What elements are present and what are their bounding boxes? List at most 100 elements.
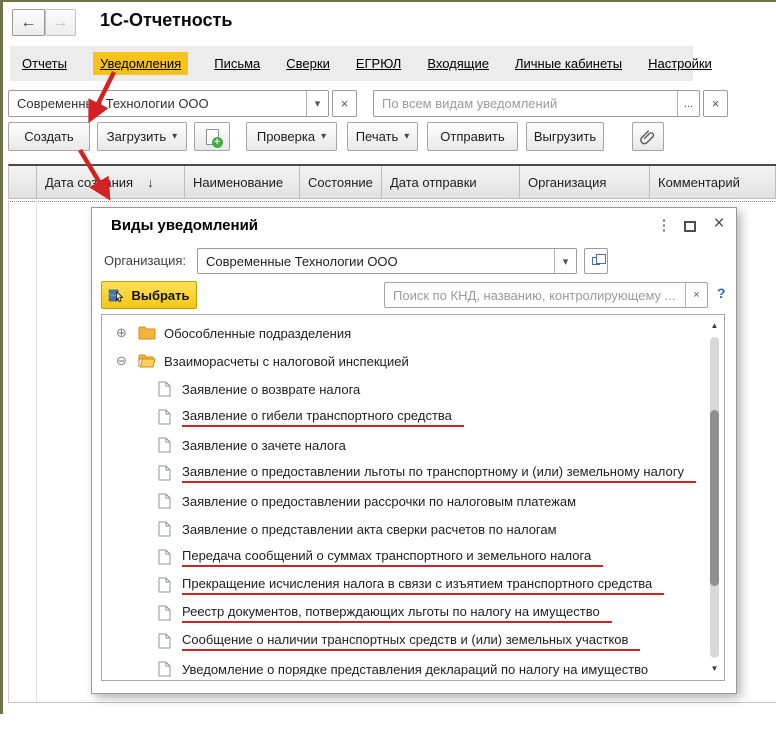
column-state[interactable]: Состояние (300, 166, 382, 198)
document-icon (158, 633, 171, 649)
app-window: ← → 1С-Отчетность Отчеты Уведомления Пис… (0, 0, 776, 741)
clear-search-button[interactable]: × (685, 283, 707, 307)
send-button[interactable]: Отправить (427, 122, 518, 151)
column-date-sent[interactable]: Дата отправки (382, 166, 520, 198)
back-arrow-icon: ← (21, 14, 37, 31)
document-icon (158, 521, 171, 537)
export-button[interactable]: Выгрузить (526, 122, 604, 151)
document-icon (158, 493, 171, 509)
paperclip-icon (640, 129, 656, 145)
column-state-label: Состояние (308, 175, 373, 190)
select-button[interactable]: Выбрать (101, 281, 197, 309)
tree-item[interactable]: Заявление о представлении акта сверки ра… (103, 515, 705, 543)
chevron-down-icon: ▾ (404, 131, 409, 142)
chevron-down-icon: ▾ (172, 131, 177, 142)
tree-item[interactable]: Заявление о предоставлении льготы по тра… (103, 459, 705, 487)
tree-folder-separate-subdivisions[interactable]: ⊕ Обособленные подразделения (103, 319, 705, 347)
column-comment[interactable]: Комментарий (650, 166, 776, 198)
more-icon: ⋮ (657, 217, 672, 234)
print-button[interactable]: Печать ▾ (347, 122, 418, 151)
print-button-label: Печать (356, 129, 399, 144)
notification-types-tree: ⊕ Обособленные подразделения ⊖ Взаиморас… (101, 314, 725, 681)
column-date-created[interactable]: Дата создания ↓ (37, 166, 185, 198)
close-icon: × (713, 213, 724, 234)
column-date-sent-label: Дата отправки (390, 175, 477, 190)
attachments-button[interactable] (632, 122, 664, 151)
dialog-more-button[interactable]: ⋮ (656, 216, 672, 234)
open-list-icon (592, 257, 600, 265)
help-link[interactable]: ? (717, 285, 726, 301)
column-name[interactable]: Наименование (185, 166, 300, 198)
open-folder-icon (138, 354, 156, 368)
check-button[interactable]: Проверка ▾ (246, 122, 337, 151)
tree-item[interactable]: Передача сообщений о суммах транспортног… (103, 543, 705, 571)
column-row-marker[interactable] (9, 166, 37, 198)
dialog-close-button[interactable]: × (710, 213, 728, 235)
tab-incoming[interactable]: Входящие (427, 56, 489, 71)
tree-item[interactable]: Прекращение исчисления налога в связи с … (103, 571, 705, 599)
tab-reconciliations[interactable]: Сверки (286, 56, 330, 71)
organization-filter-combo[interactable]: Современные Технологии ООО ▾ (8, 90, 329, 117)
document-icon (158, 661, 171, 677)
tree-item[interactable]: Сообщение о наличии транспортных средств… (103, 627, 705, 655)
chevron-down-icon[interactable]: ▾ (554, 249, 576, 273)
clear-notification-type-filter-button[interactable]: × (703, 90, 728, 117)
scroll-up-button[interactable]: ▲ (706, 319, 723, 333)
plus-icon: + (212, 137, 223, 148)
select-button-label: Выбрать (131, 288, 189, 303)
tree-item[interactable]: Уведомление о порядке представления декл… (103, 655, 705, 683)
tree-item[interactable]: Реестр документов, потверждающих льготы … (103, 599, 705, 627)
expand-icon[interactable]: ⊕ (116, 325, 131, 341)
open-organization-list-button[interactable] (584, 248, 608, 274)
create-button-label: Создать (24, 129, 73, 144)
create-button[interactable]: Создать (8, 122, 90, 151)
tab-egrul[interactable]: ЕГРЮЛ (356, 56, 401, 71)
document-icon (158, 437, 171, 453)
tree-item[interactable]: Заявление о гибели транспортного средств… (103, 403, 705, 431)
send-button-label: Отправить (440, 129, 504, 144)
dialog-organization-combo[interactable]: Современные Технологии ООО ▾ (197, 248, 577, 274)
window-border-left (0, 0, 3, 714)
column-organization[interactable]: Организация (520, 166, 650, 198)
ellipsis-icon[interactable]: ... (677, 91, 699, 116)
chevron-down-icon[interactable]: ▾ (306, 91, 328, 116)
tree-scrollbar[interactable]: ▲ ▼ (706, 316, 723, 679)
close-icon: × (712, 96, 720, 111)
back-button[interactable]: ← (12, 9, 45, 36)
tree-item[interactable]: Заявление о зачете налога (103, 431, 705, 459)
tab-notifications[interactable]: Уведомления (93, 52, 188, 75)
document-icon (158, 381, 171, 397)
notification-type-filter[interactable]: По всем видам уведомлений ... (373, 90, 700, 117)
tab-reports[interactable]: Отчеты (22, 56, 67, 71)
export-button-label: Выгрузить (534, 129, 596, 144)
scrollbar-thumb[interactable] (710, 410, 719, 586)
tree-folder-tax-inspection[interactable]: ⊖ Взаиморасчеты с налоговой инспекцией (103, 347, 705, 375)
column-name-label: Наименование (193, 175, 283, 190)
load-button[interactable]: Загрузить ▾ (97, 122, 187, 151)
check-button-label: Проверка (257, 129, 315, 144)
forward-button[interactable]: → (45, 9, 76, 36)
dialog-organization-value: Современные Технологии ООО (198, 254, 554, 269)
tree-item[interactable]: Заявление о возврате налога (103, 375, 705, 403)
knd-search-input[interactable] (385, 288, 685, 303)
tree-item[interactable]: Заявление о предоставлении рассрочки по … (103, 487, 705, 515)
tab-bar: Отчеты Уведомления Письма Сверки ЕГРЮЛ В… (10, 46, 693, 81)
collapse-icon[interactable]: ⊖ (116, 353, 131, 369)
tab-settings[interactable]: Настройки (648, 56, 712, 71)
knd-search-box: × (384, 282, 708, 308)
tree-rows: ⊕ Обособленные подразделения ⊖ Взаиморас… (103, 319, 705, 683)
tab-letters[interactable]: Письма (214, 56, 260, 71)
clear-organization-filter-button[interactable]: × (332, 90, 357, 117)
dialog-organization-label: Организация: (104, 253, 186, 268)
scroll-down-button[interactable]: ▼ (706, 662, 723, 676)
tab-personal-accounts[interactable]: Личные кабинеты (515, 56, 622, 71)
document-icon (158, 577, 171, 593)
sort-desc-icon: ↓ (147, 175, 154, 190)
document-icon (158, 409, 171, 425)
dialog-maximize-button[interactable] (684, 221, 696, 232)
chevron-down-icon: ▾ (321, 131, 326, 142)
column-date-created-label: Дата создания (45, 175, 133, 190)
load-button-label: Загрузить (107, 129, 166, 144)
load-from-file-button[interactable]: + (194, 122, 230, 151)
organization-filter-value: Современные Технологии ООО (9, 96, 306, 111)
